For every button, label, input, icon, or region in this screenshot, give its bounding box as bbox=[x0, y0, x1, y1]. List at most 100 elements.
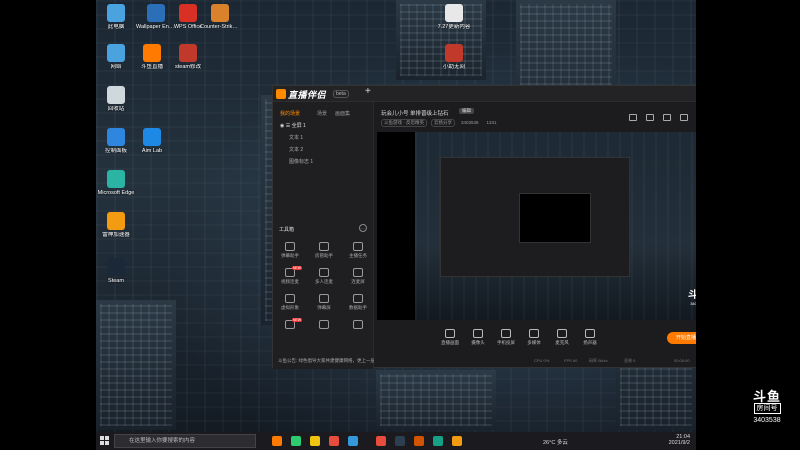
control-button[interactable]: 摄像头 bbox=[464, 329, 492, 346]
announcement-bar[interactable]: 斗鱼公告: 绿色倡导大家共建健康网络，更上一层楼 bbox=[273, 354, 374, 369]
toolbox-item[interactable]: 多人连麦 bbox=[310, 268, 338, 285]
app-logo-text: 直播伴侣 bbox=[288, 90, 327, 100]
desktop-icon-label: 此电脑 bbox=[107, 24, 125, 30]
toolbox-item[interactable] bbox=[310, 320, 338, 331]
taskbar-csgo-icon[interactable] bbox=[414, 436, 424, 446]
tool-label: 视频连麦 bbox=[281, 279, 299, 284]
desktop-icon[interactable]: Counter-Strike Global Off... bbox=[200, 4, 240, 30]
control-label: 麦克风 bbox=[555, 340, 569, 345]
preview-nested-app bbox=[440, 157, 630, 277]
edit-title-button[interactable]: 编辑 bbox=[459, 108, 474, 114]
desktop-icon[interactable]: Aim Lab bbox=[132, 128, 172, 154]
desktop-icon[interactable]: 斗鱼直播 bbox=[132, 44, 172, 70]
desktop-icon[interactable]: 控制面板 bbox=[96, 128, 136, 154]
desktop-icon[interactable]: 7.27更新内容 bbox=[434, 4, 474, 30]
taskbar-app-icon[interactable] bbox=[329, 436, 339, 446]
desktop-icon[interactable]: 回收站 bbox=[96, 86, 136, 112]
main-panel: 玩会儿小号 单排晋级上钻石 编辑 斗鱼游戏 · 反恐精英 云扬分享 3403538 1… bbox=[374, 102, 696, 369]
toolbox-item[interactable] bbox=[344, 320, 372, 331]
desktop-icon[interactable]: Microsoft Edge bbox=[96, 170, 136, 196]
gift-icon[interactable] bbox=[663, 114, 671, 121]
toolbox-item[interactable]: NEW bbox=[276, 318, 304, 331]
control-button[interactable]: 多媒体 bbox=[520, 329, 548, 346]
desktop-app-icon bbox=[445, 44, 463, 62]
watermark-label: 房间号 bbox=[753, 403, 781, 414]
desktop-icon[interactable]: 此电脑 bbox=[96, 4, 136, 30]
toolbox-item[interactable]: 弹幕助手 bbox=[276, 242, 304, 259]
desktop-icon-label: 7.27更新内容 bbox=[437, 24, 471, 30]
control-label: 摄像头 bbox=[471, 340, 485, 345]
toolbox-item[interactable]: 数据助手 bbox=[344, 294, 372, 311]
toolbox-more-icon[interactable]: … bbox=[359, 224, 367, 232]
room-title: 玩会儿小号 单排晋级上钻石 bbox=[381, 111, 449, 117]
toolbox-item[interactable]: 虚拟形象 bbox=[276, 294, 304, 311]
source-item[interactable]: 文本 1 bbox=[289, 134, 303, 141]
taskbar-wechat-icon[interactable] bbox=[291, 436, 301, 446]
cpu-stat: CPU 0% bbox=[534, 358, 550, 363]
tool-icon bbox=[319, 320, 329, 329]
control-button[interactable]: 手机投屏 bbox=[492, 329, 520, 346]
app-logo: 直播伴侣 bbox=[276, 88, 326, 101]
taskbar-app-icon[interactable] bbox=[433, 436, 443, 446]
tab-my-scenes[interactable]: 我的场景 bbox=[280, 110, 300, 117]
status-bar: CPU 0% FPS 60 码率 0kb/s 丢帧 0 00:00:00 bbox=[374, 355, 696, 367]
toolbox-item[interactable]: 弹幕屏 bbox=[310, 294, 338, 311]
bitrate-stat: 码率 0kb/s bbox=[589, 358, 608, 363]
add-button[interactable]: + bbox=[365, 86, 371, 97]
windows-start-icon[interactable] bbox=[100, 436, 109, 445]
source-item[interactable]: 图像标志 1 bbox=[289, 158, 313, 165]
system-clock[interactable]: 21:04 2021/9/2 bbox=[669, 434, 690, 446]
taskbar-douyu-icon[interactable] bbox=[272, 436, 282, 446]
desktop-app-icon bbox=[179, 4, 197, 22]
shop-icon[interactable] bbox=[629, 114, 637, 121]
scene-item[interactable]: ◉ ☰ 全屏 1 bbox=[280, 122, 306, 129]
taskbar-search-input[interactable]: 在这里输入你要搜索的内容 bbox=[114, 434, 256, 448]
control-label: 扬声器 bbox=[583, 340, 597, 345]
taskbar-folder-icon[interactable] bbox=[310, 436, 320, 446]
stream-preview[interactable]: 斗鱼3403538 bbox=[377, 132, 696, 320]
tool-label: 虚拟形象 bbox=[281, 305, 299, 310]
control-button[interactable]: 麦克风 bbox=[548, 329, 576, 346]
weather-widget[interactable]: 26°C 多云 bbox=[543, 438, 568, 446]
toolbox-item[interactable]: 房管助手 bbox=[310, 242, 338, 259]
category-tag[interactable]: 斗鱼游戏 · 反恐精英 bbox=[381, 119, 427, 127]
control-button[interactable]: 直播画面 bbox=[436, 329, 464, 346]
taskbar-netease-icon[interactable] bbox=[376, 436, 386, 446]
toolbox-item[interactable]: 连麦屏 bbox=[344, 268, 372, 285]
toolbox-item[interactable]: NEW 视频连麦 bbox=[276, 266, 304, 285]
desktop-icon[interactable]: 小助无间 bbox=[434, 44, 474, 70]
phone-icon bbox=[501, 329, 511, 338]
room-tags: 斗鱼游戏 · 反恐精英 云扬分享 3403538 1331 bbox=[381, 119, 503, 127]
new-badge: NEW bbox=[291, 318, 302, 322]
tool-icon bbox=[319, 294, 329, 303]
taskbar-steam-icon[interactable] bbox=[395, 436, 405, 446]
tab-canvas[interactable]: 画面集 bbox=[335, 110, 350, 117]
preview-watermark-room: 3403538 bbox=[690, 301, 696, 306]
desktop-icon-label: Microsoft Edge bbox=[97, 190, 135, 196]
lock-icon[interactable] bbox=[646, 114, 654, 121]
app-titlebar: 直播伴侣 beta + bbox=[273, 86, 696, 102]
tool-label: 数据助手 bbox=[349, 305, 367, 310]
source-item[interactable]: 文本 2 bbox=[289, 146, 303, 153]
desktop-icon[interactable]: steam修改 bbox=[168, 44, 208, 70]
watermark-logo: 斗鱼 bbox=[752, 389, 781, 404]
bell-icon[interactable] bbox=[680, 114, 688, 121]
stream-frame: 此电脑 Wallpaper Engine WPS Office Counter-Str… bbox=[0, 0, 800, 450]
preview-desktop: 斗鱼3403538 bbox=[415, 132, 696, 320]
control-button[interactable]: 扬声器 bbox=[576, 329, 604, 346]
desktop-app-icon bbox=[107, 170, 125, 188]
share-tag[interactable]: 云扬分享 bbox=[431, 119, 455, 127]
tab-scenes[interactable]: 场景 bbox=[317, 110, 327, 117]
desktop-icon[interactable]: Steam bbox=[96, 258, 136, 284]
scene-label: 全屏 1 bbox=[291, 123, 306, 129]
tool-icon bbox=[353, 294, 363, 303]
tool-icon bbox=[353, 268, 363, 277]
desktop-icon[interactable]: 雷神加速器 bbox=[96, 212, 136, 238]
new-badge: NEW bbox=[291, 266, 302, 270]
tool-icon bbox=[353, 320, 363, 329]
taskbar-browser-icon[interactable] bbox=[348, 436, 358, 446]
toolbox-item[interactable]: 主播任务 bbox=[344, 242, 372, 259]
taskbar-streaming-icon[interactable] bbox=[452, 436, 462, 446]
desktop-icon[interactable]: 网络 bbox=[96, 44, 136, 70]
start-live-button[interactable]: 开始直播 bbox=[667, 332, 696, 344]
